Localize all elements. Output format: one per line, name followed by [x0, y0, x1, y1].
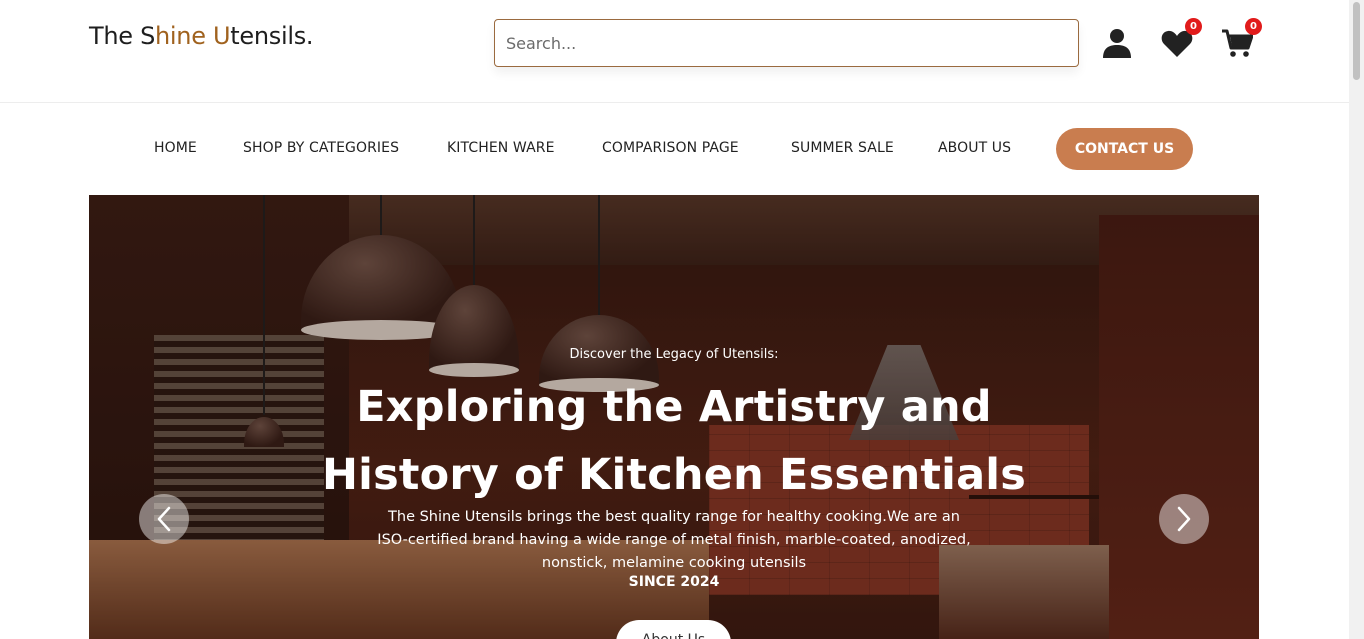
site-header: The Shine Utensils. 0 0 — [0, 0, 1349, 103]
search-box — [494, 19, 1079, 67]
wishlist-count-badge: 0 — [1185, 18, 1202, 35]
user-icon — [1103, 29, 1131, 58]
about-us-button[interactable]: About Us — [616, 620, 731, 639]
hero-since: SINCE 2024 — [628, 574, 720, 590]
contact-us-button[interactable]: CONTACT US — [1056, 128, 1193, 170]
cart-button[interactable]: 0 — [1220, 18, 1262, 60]
wishlist-button[interactable]: 0 — [1160, 18, 1202, 60]
logo-text-part: The S — [89, 22, 156, 50]
nav-item-shop-by-categories[interactable]: SHOP BY CATEGORIES — [243, 140, 399, 156]
logo-text-part: tensils. — [230, 22, 314, 50]
hero-title-line: History of Kitchen Essentials — [321, 450, 1027, 500]
chevron-right-icon — [1177, 506, 1191, 532]
scrollbar-thumb[interactable] — [1353, 2, 1360, 80]
hero-title: Exploring the Artistry and History of Ki… — [89, 373, 1259, 509]
hero-pretitle: Discover the Legacy of Utensils: — [569, 347, 779, 362]
page-scrollbar[interactable] — [1349, 0, 1364, 639]
slider-next-button[interactable] — [1159, 494, 1209, 544]
account-button[interactable] — [1100, 26, 1134, 60]
search-input[interactable] — [495, 20, 1078, 66]
logo-text-accent: hine — [155, 22, 206, 50]
nav-item-kitchen-ware[interactable]: KITCHEN WARE — [447, 140, 555, 156]
hero-title-line: Exploring the Artistry and — [356, 382, 992, 432]
nav-item-about-us[interactable]: ABOUT US — [938, 140, 1011, 156]
nav-item-comparison-page[interactable]: COMPARISON PAGE — [602, 140, 739, 156]
chevron-left-icon — [157, 506, 171, 532]
hero-description: The Shine Utensils brings the best quali… — [377, 509, 971, 571]
logo-text-accent: U — [213, 22, 231, 50]
nav-item-summer-sale[interactable]: SUMMER SALE — [791, 140, 894, 156]
slider-prev-button[interactable] — [139, 494, 189, 544]
cart-count-badge: 0 — [1245, 18, 1262, 35]
site-logo[interactable]: The Shine Utensils. — [89, 22, 314, 50]
logo-text-space — [206, 22, 213, 50]
hero-slider: Discover the Legacy of Utensils: Explori… — [89, 195, 1259, 639]
nav-item-home[interactable]: HOME — [154, 140, 197, 156]
